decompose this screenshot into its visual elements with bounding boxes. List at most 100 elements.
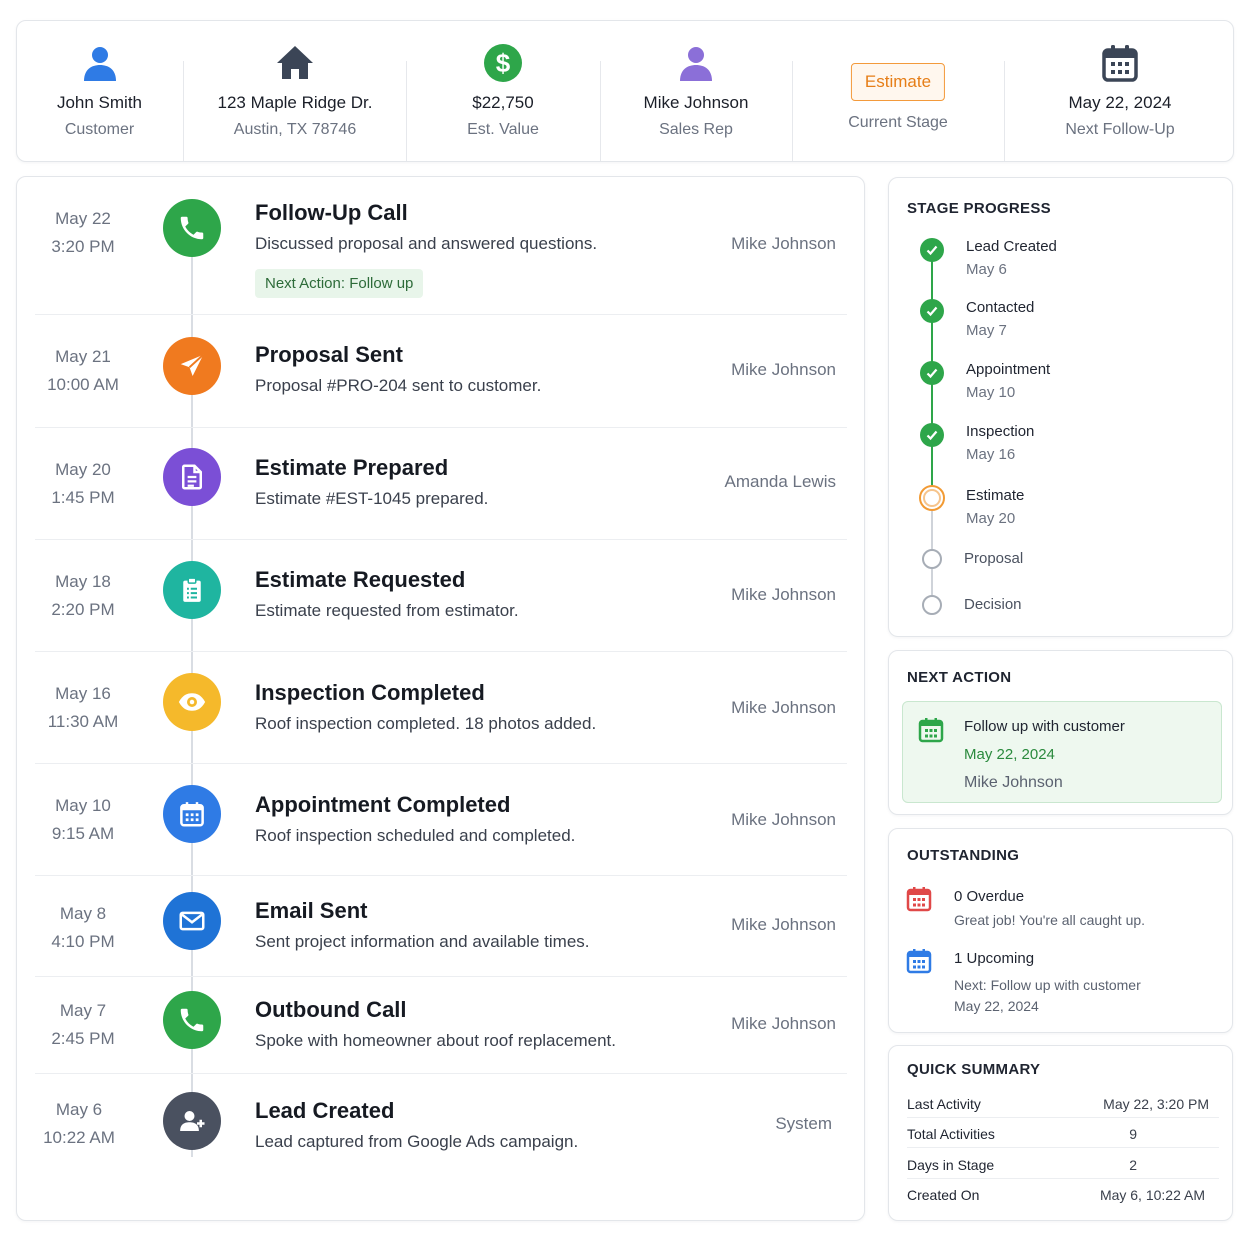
- followup-label: Next Follow-Up: [1065, 121, 1175, 138]
- activity-owner: Mike Johnson: [731, 585, 836, 604]
- summary-label: Total Activities: [907, 1126, 995, 1142]
- summary-label: Last Activity: [907, 1096, 981, 1112]
- pending-stage-icon: [922, 549, 942, 569]
- activity-owner: Mike Johnson: [731, 1014, 836, 1033]
- stage-name: Decision: [964, 596, 1022, 613]
- activity-date: May 22 3:20 PM: [51, 209, 115, 256]
- house-icon: [277, 46, 313, 79]
- next-action-date: May 22, 2024: [964, 746, 1055, 763]
- activity-desc: Discussed proposal and answered question…: [255, 234, 598, 253]
- timeline-item[interactable]: May 10 9:15 AM Appointment Completed Roof…: [17, 764, 866, 875]
- address-cell[interactable]: 123 Maple Ridge Dr. Austin, TX 78746: [184, 21, 406, 161]
- summary-value: May 22, 3:20 PM: [1103, 1096, 1209, 1112]
- activity-title: Estimate Requested: [255, 567, 466, 592]
- activity-date: May 8 4:10 PM: [51, 904, 115, 951]
- next-action-panel: NEXT ACTION Follow up with customer May …: [888, 650, 1233, 815]
- lead-header: John Smith Customer 123 Maple Ridge Dr. …: [16, 20, 1234, 162]
- activity-desc: Roof inspection scheduled and completed.: [255, 826, 576, 845]
- stage-name: Estimate: [966, 487, 1025, 504]
- clipboard-icon: [163, 561, 221, 619]
- timeline-item[interactable]: May 21 10:00 AM Proposal Sent Proposal #P…: [17, 315, 866, 427]
- customer-cell[interactable]: John Smith Customer: [17, 21, 182, 161]
- overdue-count: 0 Overdue: [954, 888, 1025, 905]
- calendar-icon: [163, 785, 221, 843]
- activity-date: May 21 10:00 AM: [47, 347, 119, 394]
- activity-owner: Mike Johnson: [731, 810, 836, 829]
- summary-value: 2: [1129, 1157, 1137, 1173]
- stage-date: May 6: [966, 261, 1007, 278]
- next-action-tag: Next Action: Follow up: [255, 269, 424, 298]
- activity-date: May 16 11:30 AM: [47, 684, 119, 731]
- stage-badge[interactable]: Estimate: [850, 63, 946, 101]
- next-action-item[interactable]: Follow up with customer May 22, 2024 Mik…: [902, 701, 1222, 803]
- timeline-item[interactable]: May 20 1:45 PM Estimate Prepared Estimate…: [17, 428, 866, 539]
- activity-owner: System: [775, 1114, 832, 1133]
- timeline-item[interactable]: May 8 4:10 PM Email Sent Sent project inf…: [17, 876, 866, 976]
- timeline-item[interactable]: May 16 11:30 AM Inspection Completed Roof…: [17, 652, 866, 763]
- person-icon: [680, 47, 712, 81]
- activity-date: May 7 2:45 PM: [51, 1001, 115, 1048]
- timeline-item[interactable]: May 6 10:22 AM Lead Created Lead captured…: [17, 1074, 866, 1194]
- upcoming-next: Next: Follow up with customer: [954, 977, 1141, 993]
- customer-name: John Smith: [56, 93, 143, 112]
- summary-row: Total Activities 9: [907, 1118, 1219, 1148]
- next-followup-cell[interactable]: May 22, 2024 Next Follow-Up: [1005, 21, 1235, 161]
- current-stage-label: Current Stage: [848, 114, 948, 131]
- person-icon: [83, 47, 116, 81]
- panel-title: QUICK SUMMARY: [907, 1061, 1041, 1078]
- activity-title: Inspection Completed: [255, 680, 485, 705]
- current-stage-cell: Estimate Current Stage: [793, 21, 1003, 161]
- summary-value: 9: [1129, 1126, 1137, 1142]
- stage-date: May 7: [966, 322, 1007, 339]
- activity-date: May 20 1:45 PM: [51, 460, 115, 507]
- activity-desc: Proposal #PRO-204 sent to customer.: [255, 376, 542, 395]
- address-line1: 123 Maple Ridge Dr.: [217, 93, 373, 112]
- check-icon: [920, 423, 944, 447]
- timeline-item[interactable]: May 22 3:20 PM Follow-Up Call Discussed p…: [17, 177, 866, 315]
- stage-name: Proposal: [964, 550, 1024, 567]
- stage-name: Appointment: [966, 361, 1051, 378]
- activity-desc: Estimate requested from estimator.: [255, 601, 519, 620]
- calendar-icon: [918, 718, 944, 743]
- est-value: $22,750: [472, 93, 534, 112]
- activity-desc: Sent project information and available t…: [255, 932, 590, 951]
- calendar-upcoming-icon: [906, 949, 932, 974]
- activity-date: May 6 10:22 AM: [43, 1100, 115, 1147]
- sales-rep-cell[interactable]: Mike Johnson Sales Rep: [601, 21, 791, 161]
- activity-date: May 10 9:15 AM: [51, 796, 115, 843]
- summary-row: Last Activity May 22, 3:20 PM: [907, 1088, 1219, 1118]
- activity-desc: Lead captured from Google Ads campaign.: [255, 1132, 579, 1151]
- document-icon: [163, 448, 221, 506]
- activity-owner: Amanda Lewis: [724, 472, 836, 491]
- value-cell: $ $22,750 Est. Value: [407, 21, 599, 161]
- quick-summary-panel: QUICK SUMMARY Last Activity May 22, 3:20…: [888, 1045, 1233, 1221]
- summary-value: May 6, 10:22 AM: [1099, 1187, 1205, 1203]
- activity-date: May 18 2:20 PM: [51, 572, 115, 619]
- envelope-icon: [163, 892, 221, 950]
- activity-desc: Roof inspection completed. 18 photos add…: [255, 714, 597, 733]
- sales-rep-name: Mike Johnson: [643, 93, 749, 112]
- send-icon: [163, 337, 221, 395]
- next-action-owner: Mike Johnson: [964, 774, 1063, 791]
- timeline-item[interactable]: May 7 2:45 PM Outbound Call Spoke with ho…: [17, 977, 866, 1073]
- summary-row: Created On May 6, 10:22 AM: [907, 1179, 1219, 1209]
- activity-owner: Mike Johnson: [731, 234, 836, 253]
- activity-title: Outbound Call: [255, 997, 407, 1022]
- panel-title: OUTSTANDING: [907, 847, 1020, 864]
- activity-desc: Spoke with homeowner about roof replacem…: [255, 1031, 616, 1050]
- activity-desc: Estimate #EST-1045 prepared.: [255, 489, 489, 508]
- upcoming-date: May 22, 2024: [954, 998, 1039, 1014]
- eye-icon: [163, 673, 221, 731]
- activity-title: Appointment Completed: [255, 792, 511, 817]
- timeline-item[interactable]: May 18 2:20 PM Estimate Requested Estimat…: [17, 540, 866, 651]
- stage-date: May 10: [966, 384, 1016, 401]
- activity-owner: Mike Johnson: [731, 698, 836, 717]
- followup-date: May 22, 2024: [1068, 93, 1172, 112]
- pending-stage-icon: [922, 595, 942, 615]
- check-icon: [920, 361, 944, 385]
- summary-label: Created On: [907, 1187, 980, 1203]
- current-stage-icon: [919, 485, 945, 511]
- activity-title: Email Sent: [255, 898, 368, 923]
- calendar-overdue-icon: [906, 887, 932, 912]
- svg-text:$: $: [496, 48, 511, 78]
